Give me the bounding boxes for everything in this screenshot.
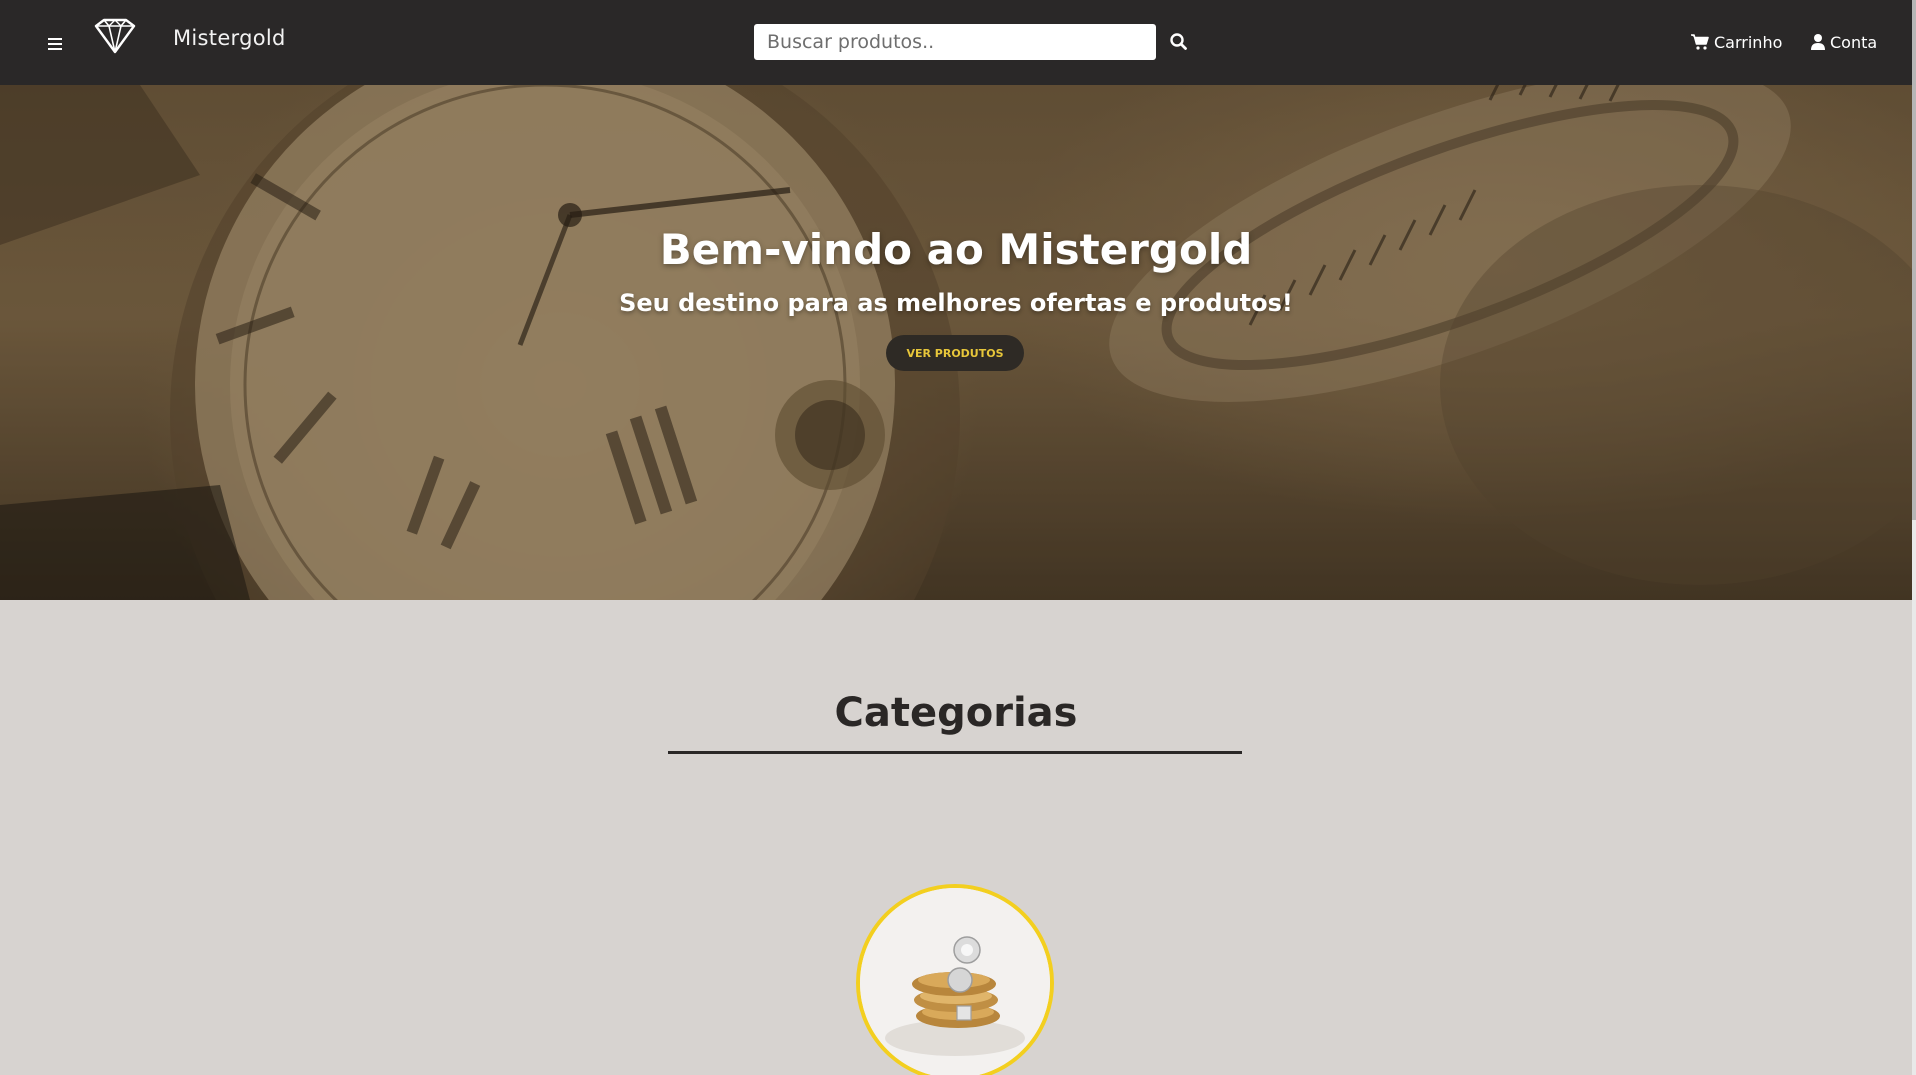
hero-title: Bem-vindo ao Mistergold — [659, 225, 1253, 274]
hero-subtitle: Seu destino para as melhores ofertas e p… — [619, 289, 1293, 317]
search-input[interactable] — [754, 24, 1156, 60]
categories-title: Categorias — [834, 690, 1078, 736]
top-navbar: Mistergold Carrinho Conta — [0, 0, 1912, 85]
cart-label: Carrinho — [1714, 32, 1783, 52]
brand-name[interactable]: Mistergold — [173, 26, 286, 50]
cart-link[interactable]: Carrinho — [1690, 30, 1782, 54]
view-products-button[interactable]: VER PRODUTOS — [886, 335, 1024, 371]
page: Mistergold Carrinho Conta — [0, 0, 1916, 1075]
categories-underline — [668, 751, 1242, 754]
page-scrollbar-thumb[interactable] — [1912, 0, 1916, 520]
menu-icon[interactable] — [44, 30, 66, 54]
hero-banner: Bem-vindo ao Mistergold Seu destino para… — [0, 85, 1912, 600]
search-icon[interactable] — [1168, 31, 1190, 53]
account-link[interactable]: Conta — [1810, 30, 1877, 54]
rings-image — [860, 888, 1050, 1075]
category-rings-card[interactable] — [856, 884, 1054, 1075]
account-label: Conta — [1830, 32, 1878, 52]
diamond-logo-icon[interactable] — [90, 18, 140, 56]
user-icon — [1811, 34, 1825, 50]
cart-icon — [1691, 34, 1709, 50]
